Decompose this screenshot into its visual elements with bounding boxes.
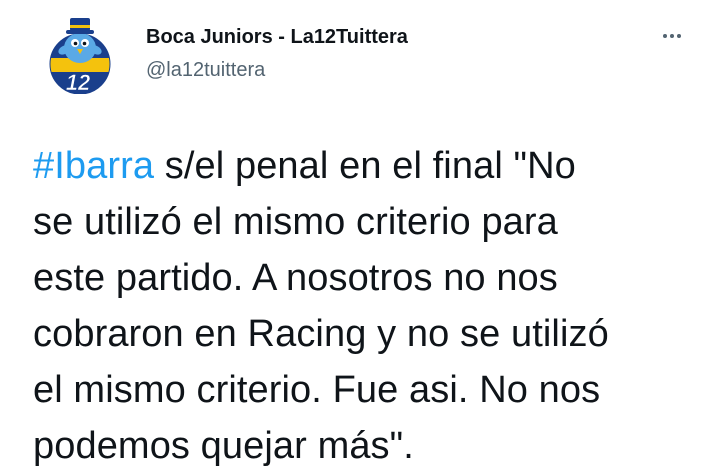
author-avatar[interactable]: 12 [38,10,122,95]
tweet-text-line: este partido. A nosotros no nos [33,257,558,299]
hashtag-link[interactable]: #Ibarra [33,145,154,187]
tweet-text: #Ibarra s/el penal en el final "No se ut… [33,138,713,469]
tweet-text-line: #Ibarra s/el penal en el final "No [33,138,713,194]
author-handle[interactable]: @la12tuittera [146,56,646,84]
badge-number: 12 [66,70,91,94]
more-options-button[interactable] [650,22,694,50]
tweet-text-line: cobraron en Racing y no se utilizó [33,313,609,355]
tweet-text-line: podemos quejar más". [33,425,414,467]
more-horizontal-icon [663,34,681,38]
tweet-text-fragment: s/el penal en el final "No [154,145,576,187]
author-display-name[interactable]: Boca Juniors - La12Tuittera [146,24,646,50]
tweet: 12 Boca Juniors - La12Tuittera @la12tuit… [0,0,719,469]
tweet-text-line: el mismo criterio. Fue asi. No nos [33,369,601,411]
tweet-text-line: se utilizó el mismo criterio para [33,201,558,243]
la12-bird-mascot-icon: 12 [49,18,111,95]
author-info: Boca Juniors - La12Tuittera @la12tuitter… [146,24,646,84]
